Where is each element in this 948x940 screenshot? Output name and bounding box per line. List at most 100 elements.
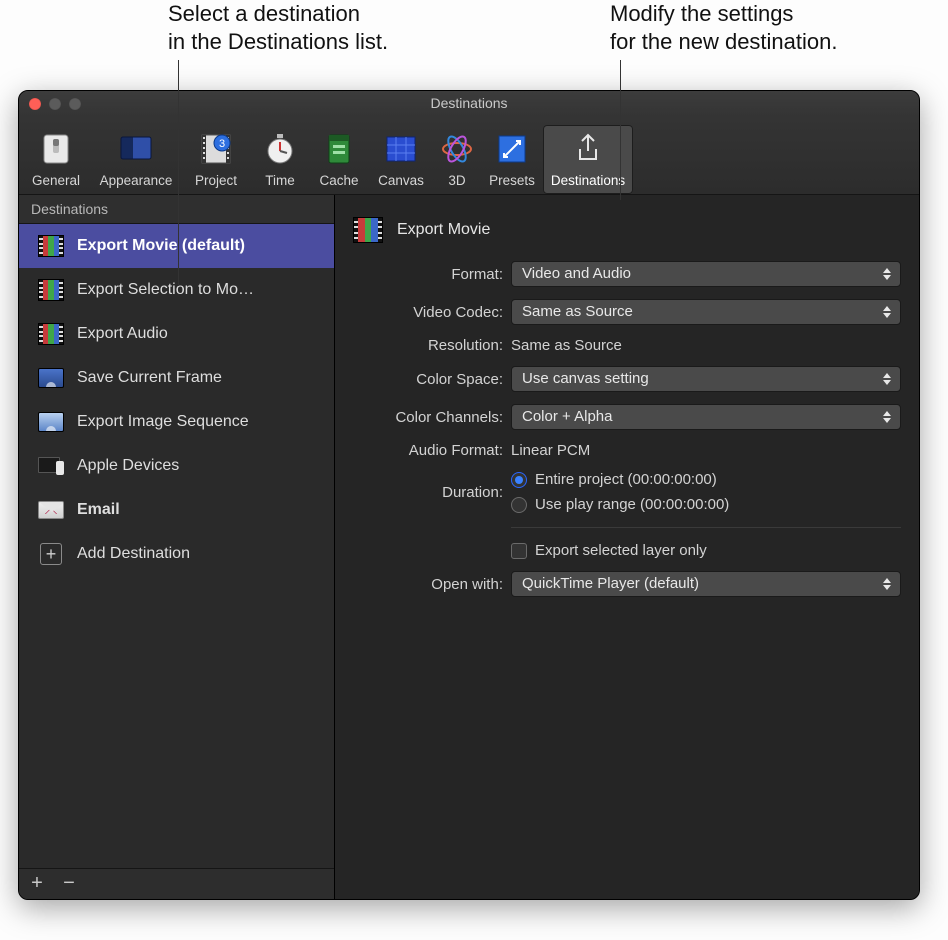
tab-project[interactable]: 3 Project: [181, 125, 251, 194]
destinations-sidebar: Destinations Export Movie (default) Expo…: [19, 195, 335, 899]
label-format: Format:: [353, 266, 503, 283]
panel-title: Export Movie: [397, 221, 490, 239]
destination-label: Export Audio: [77, 325, 168, 343]
preferences-window: Destinations General Appearance: [18, 90, 920, 900]
presets-icon: [484, 127, 540, 171]
filmstrip-icon: [37, 322, 65, 346]
destination-apple-devices[interactable]: Apple Devices: [19, 444, 334, 488]
tab-general[interactable]: General: [21, 125, 91, 194]
tab-3d[interactable]: 3D: [433, 125, 481, 194]
label-resolution: Resolution:: [353, 337, 503, 354]
color-channels-popup[interactable]: Color + Alpha: [511, 404, 901, 430]
chevron-updown-icon: [880, 300, 894, 324]
value-audio-format: Linear PCM: [511, 442, 901, 459]
destinations-list: Export Movie (default) Export Selection …: [19, 224, 334, 868]
sidebar-footer: + −: [19, 868, 334, 899]
duration-range-radio[interactable]: Use play range (00:00:00:00): [511, 496, 901, 513]
destination-save-frame[interactable]: Save Current Frame: [19, 356, 334, 400]
label-audio-format: Audio Format:: [353, 442, 503, 459]
window-body: Destinations Export Movie (default) Expo…: [19, 195, 919, 899]
remove-destination-button[interactable]: −: [57, 873, 81, 895]
canvas-icon: [372, 127, 430, 171]
popup-value: Color + Alpha: [522, 408, 612, 425]
destination-label: Save Current Frame: [77, 369, 222, 387]
tab-label: Presets: [484, 173, 540, 188]
filmstrip-icon: [37, 234, 65, 258]
envelope-icon: [37, 498, 65, 522]
callout-right-line1: Modify the settings: [610, 0, 837, 28]
callout-left: Select a destination in the Destinations…: [168, 0, 388, 55]
label-duration: Duration:: [353, 484, 503, 501]
share-icon: [546, 127, 630, 171]
callout-left-line1: Select a destination: [168, 0, 388, 28]
callout-lead-right: [620, 60, 621, 200]
destination-image-sequence[interactable]: Export Image Sequence: [19, 400, 334, 444]
switch-icon: [24, 127, 88, 171]
label-open-with: Open with:: [353, 576, 503, 593]
tab-canvas[interactable]: Canvas: [369, 125, 433, 194]
destination-label: Export Image Sequence: [77, 413, 249, 431]
video-codec-popup[interactable]: Same as Source: [511, 299, 901, 325]
chevron-updown-icon: [880, 262, 894, 286]
window-title: Destinations: [19, 95, 919, 111]
label-color-channels: Color Channels:: [353, 409, 503, 426]
color-space-popup[interactable]: Use canvas setting: [511, 366, 901, 392]
destination-label: Export Selection to Mo…: [77, 281, 254, 299]
popup-value: Same as Source: [522, 303, 633, 320]
appearance-icon: [94, 127, 178, 171]
checkbox-icon: [511, 543, 527, 559]
filmstrip-icon: [353, 217, 383, 243]
tab-label: Appearance: [94, 173, 178, 188]
devices-icon: [37, 454, 65, 478]
label-video-codec: Video Codec:: [353, 304, 503, 321]
sidebar-header: Destinations: [19, 195, 334, 224]
tab-label: Project: [184, 173, 248, 188]
panel-header: Export Movie: [353, 217, 901, 243]
destination-label: Add Destination: [77, 545, 190, 563]
callout-right-line2: for the new destination.: [610, 28, 837, 56]
destination-label: Email: [77, 501, 120, 519]
popup-value: Use canvas setting: [522, 370, 649, 387]
divider: [511, 527, 901, 528]
callout-right: Modify the settings for the new destinat…: [610, 0, 837, 55]
destination-label: Apple Devices: [77, 457, 179, 475]
destination-add[interactable]: + Add Destination: [19, 532, 334, 576]
tab-cache[interactable]: Cache: [309, 125, 369, 194]
titlebar: Destinations: [19, 91, 919, 117]
tab-label: General: [24, 173, 88, 188]
destination-export-movie[interactable]: Export Movie (default): [19, 224, 334, 268]
destination-email[interactable]: Email: [19, 488, 334, 532]
radio-icon: [511, 472, 527, 488]
project-icon: 3: [184, 127, 248, 171]
radio-label: Entire project (00:00:00:00): [535, 471, 717, 488]
destination-settings-panel: Export Movie Format: Video and Audio Vid…: [335, 195, 919, 899]
popup-value: QuickTime Player (default): [522, 575, 699, 592]
destination-label: Export Movie (default): [77, 237, 245, 255]
tab-label: Cache: [312, 173, 366, 188]
tab-label: 3D: [436, 173, 478, 188]
cache-icon: [312, 127, 366, 171]
tab-time[interactable]: Time: [251, 125, 309, 194]
picture-icon: [37, 366, 65, 390]
tab-appearance[interactable]: Appearance: [91, 125, 181, 194]
add-destination-button[interactable]: +: [25, 873, 49, 895]
radio-label: Use play range (00:00:00:00): [535, 496, 729, 513]
destination-export-audio[interactable]: Export Audio: [19, 312, 334, 356]
settings-form: Format: Video and Audio Video Codec: Sam…: [353, 261, 901, 597]
chevron-updown-icon: [880, 572, 894, 596]
tab-presets[interactable]: Presets: [481, 125, 543, 194]
format-popup[interactable]: Video and Audio: [511, 261, 901, 287]
duration-entire-radio[interactable]: Entire project (00:00:00:00): [511, 471, 901, 488]
export-selected-checkbox[interactable]: Export selected layer only: [511, 542, 901, 559]
stopwatch-icon: [254, 127, 306, 171]
preferences-toolbar: General Appearance 3 Project: [19, 117, 919, 195]
annotation-callouts: Select a destination in the Destinations…: [0, 0, 948, 90]
tab-label: Canvas: [372, 173, 430, 188]
destination-export-selection[interactable]: Export Selection to Mo…: [19, 268, 334, 312]
svg-text:3: 3: [219, 138, 225, 150]
tab-label: Time: [254, 173, 306, 188]
open-with-popup[interactable]: QuickTime Player (default): [511, 571, 901, 597]
3d-icon: [436, 127, 478, 171]
popup-value: Video and Audio: [522, 265, 631, 282]
callout-lead-left: [178, 60, 179, 286]
